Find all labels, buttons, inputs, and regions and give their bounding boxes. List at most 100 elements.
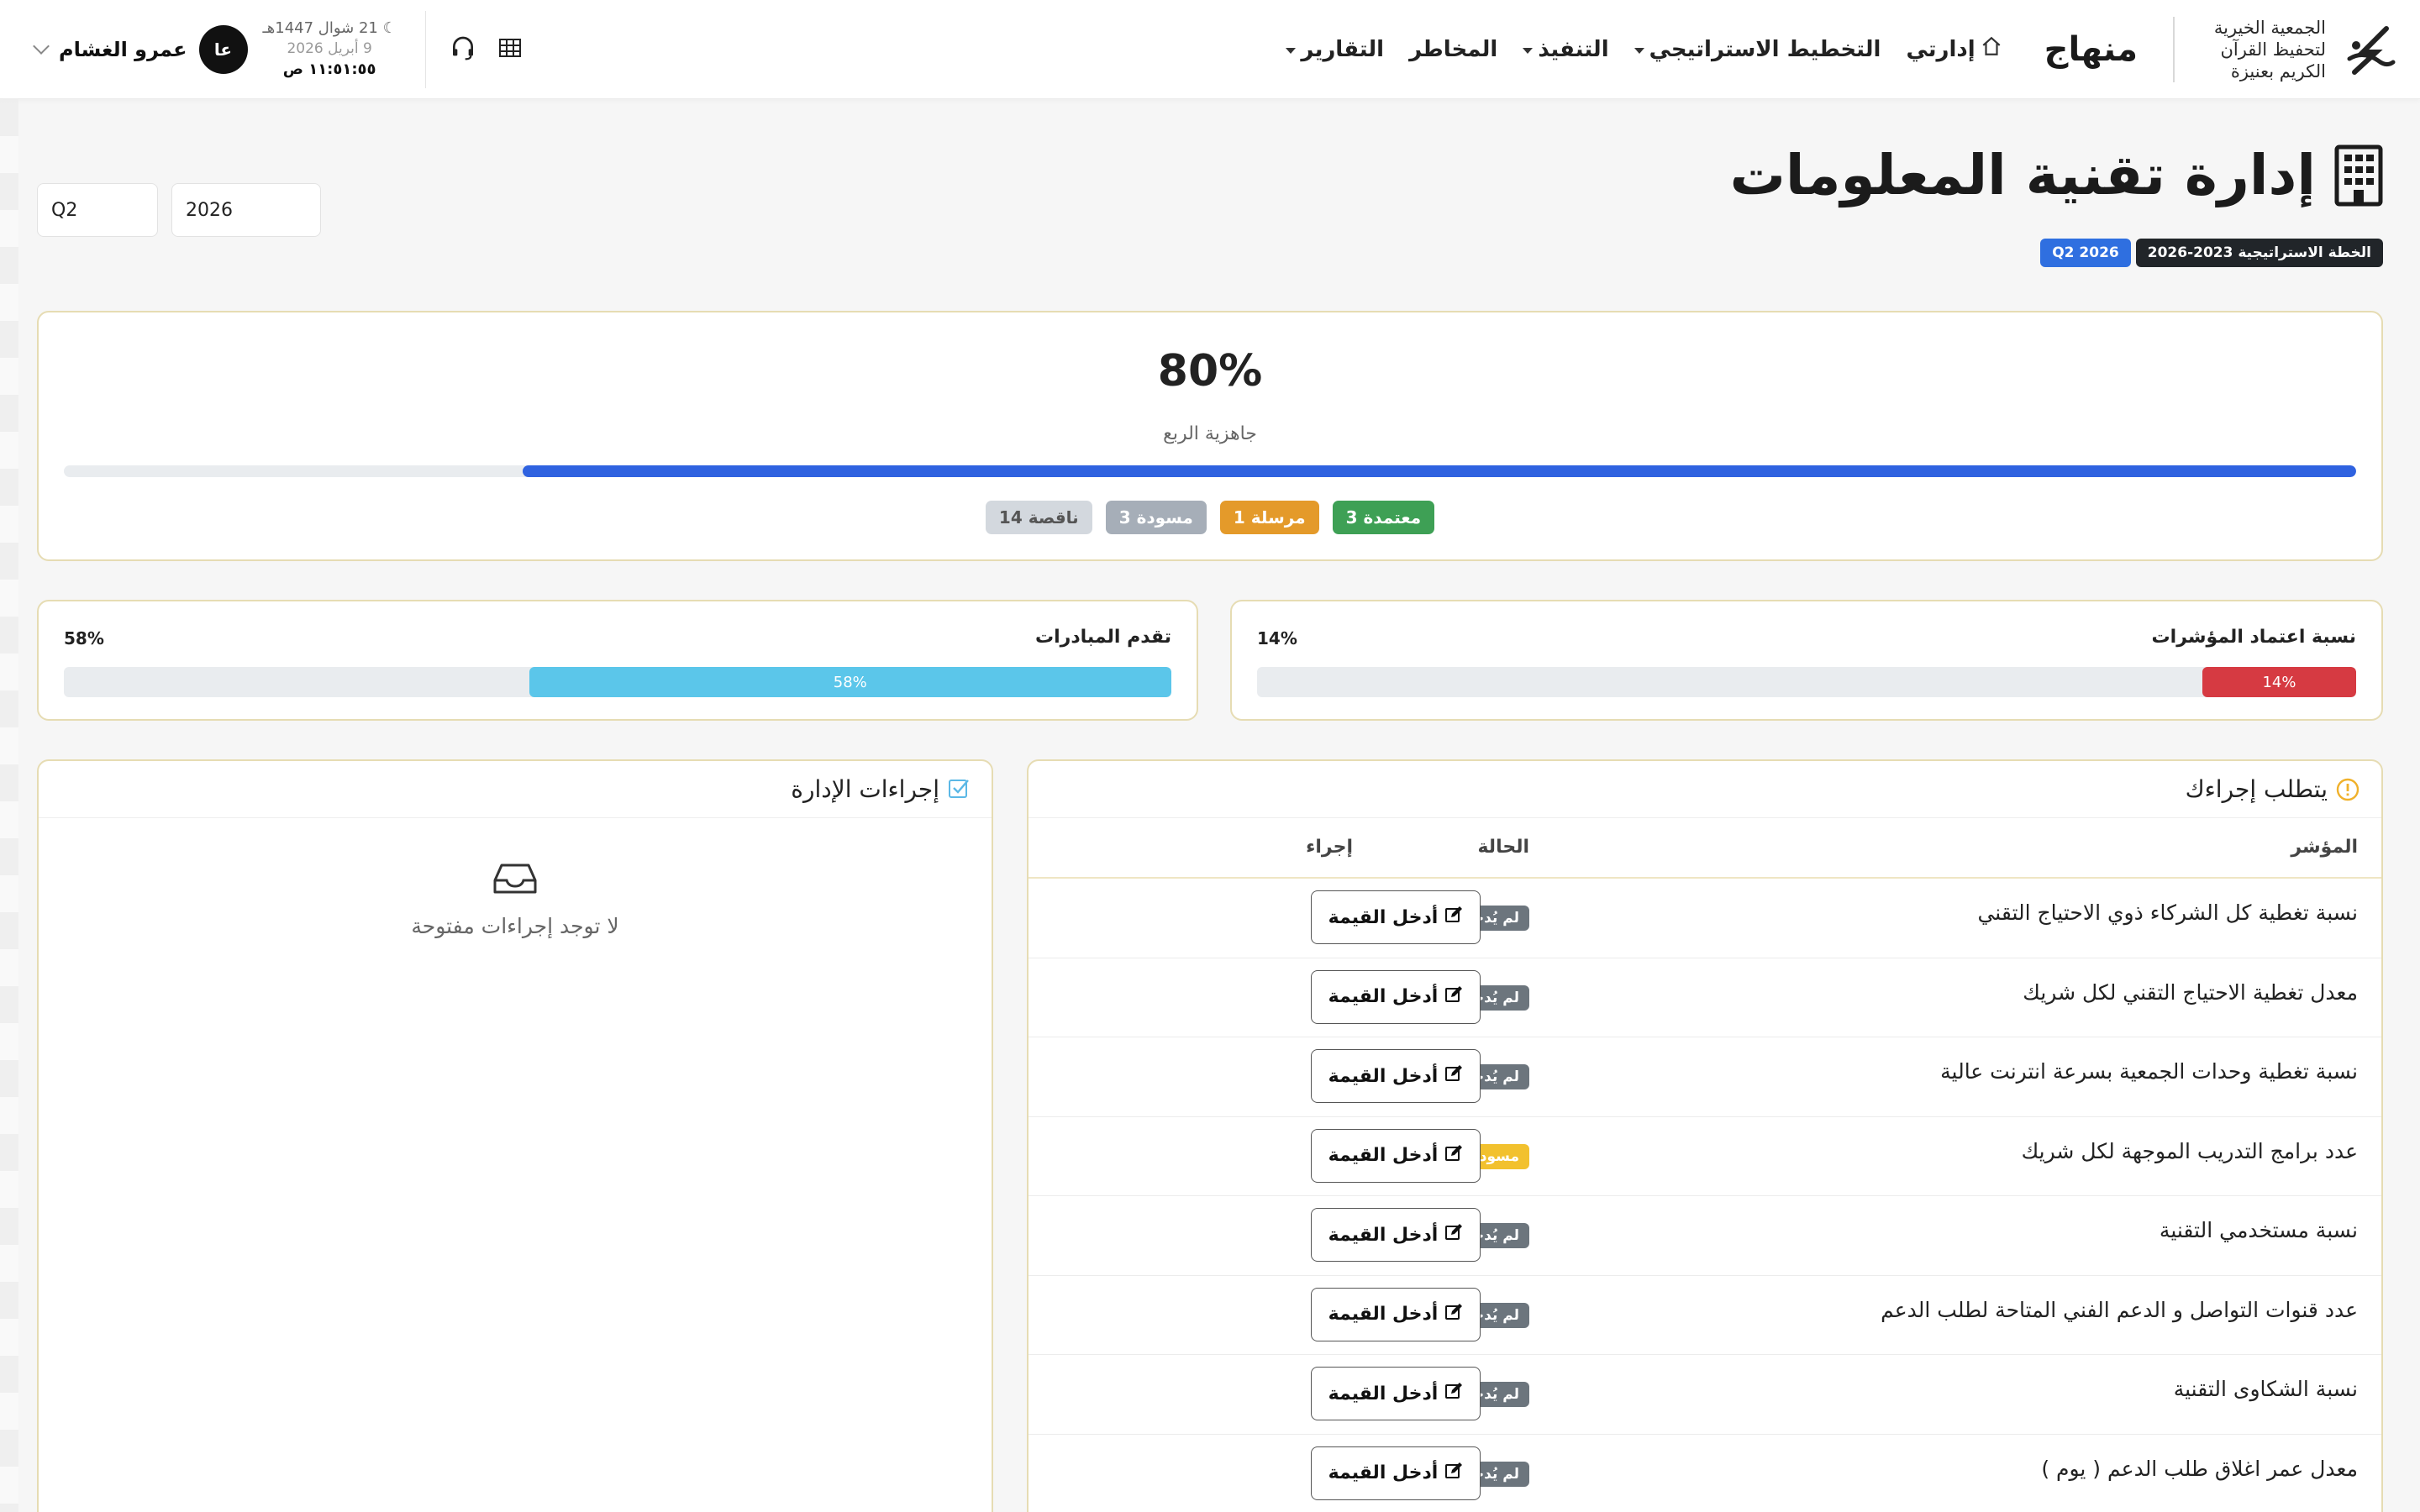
chevron-down-icon (33, 37, 50, 55)
edit-icon (1444, 1303, 1463, 1326)
page-header: إدارة تقنية المعلومات (1730, 143, 2383, 207)
nav-utilities: ☾ 21 شوال 1447هـ 9 أبريل 2026 ١١:٥١:٥٥ ص… (25, 0, 534, 98)
table-row: عدد برامج التدريب الموجهة لكل شريك مسودة أ… (1028, 1117, 2381, 1196)
enter-value-button[interactable]: أدخل القيمة (1311, 1367, 1481, 1420)
indicator-name: معدل عمر اغلاق طلب الدعم ( يوم ) (2041, 1456, 2358, 1481)
warning-icon (2336, 778, 2360, 801)
table-row: نسبة الشكاوى التقنية لم يُدخل أدخل القيمة (1028, 1355, 2381, 1435)
plan-tags: الخطة الاستراتيجية 2023-2026 Q2 2026 (2040, 239, 2383, 267)
nav-reports[interactable]: التقارير (1286, 37, 1384, 62)
enter-value-button[interactable]: أدخل القيمة (1311, 969, 1481, 1024)
action-required-panel: يتطلب إجراءك المؤشر الحالة إجراء نسبة تغ… (1027, 759, 2383, 1512)
divider (424, 10, 426, 88)
quarter-select[interactable]: Q2 (37, 183, 158, 237)
year-select[interactable]: 2026 (171, 183, 321, 237)
table-header: المؤشر الحالة إجراء (1028, 818, 2381, 879)
empty-message: لا توجد إجراءات مفتوحة (411, 914, 619, 938)
building-icon (2334, 144, 2383, 207)
kpi-value: 58% (64, 628, 104, 648)
table-body: نسبة تغطية كل الشركاء ذوي الاحتياج التقن… (1028, 879, 2381, 1512)
enter-value-label: أدخل القيمة (1328, 906, 1439, 928)
enter-value-button[interactable]: أدخل القيمة (1311, 1446, 1481, 1500)
brand[interactable]: الجمعية الخيرية لتحفيظ القرآن الكريم بعن… (2002, 0, 2398, 98)
table-row: معدل عمر اغلاق طلب الدعم ( يوم ) لم يُدخل… (1028, 1435, 2381, 1512)
panel-header: يتطلب إجراءك (1028, 761, 2381, 818)
enter-value-button[interactable]: أدخل القيمة (1311, 1208, 1481, 1262)
indicator-approval-card: نسبة اعتماد المؤشرات 14% 14% (1230, 600, 2383, 721)
readiness-percent: 80% (1157, 346, 1263, 396)
indicator-name: عدد قنوات التواصل و الدعم الفني المتاحة … (1881, 1297, 2358, 1322)
nav-execution[interactable]: التنفيذ (1523, 37, 1609, 62)
column-action: إجراء (1306, 837, 1353, 858)
column-status: الحالة (1477, 837, 1529, 858)
user-menu[interactable]: عا عمرو الغشام (25, 24, 248, 74)
table-row: نسبة تغطية وحدات الجمعية بسرعة انترنت عا… (1028, 1037, 2381, 1117)
support-button[interactable] (439, 26, 487, 73)
enter-value-button[interactable]: أدخل القيمة (1311, 1287, 1481, 1341)
avatar: عا (198, 24, 248, 74)
indicator-name: عدد برامج التدريب الموجهة لكل شريك (2021, 1138, 2358, 1163)
missing-count-badge: ناقصة 14 (985, 501, 1092, 534)
enter-value-label: أدخل القيمة (1328, 1304, 1439, 1325)
page-title: إدارة تقنية المعلومات (1729, 143, 2316, 207)
edit-icon (1444, 906, 1463, 929)
indicator-name: نسبة الشكاوى التقنية (2173, 1377, 2358, 1401)
strategic-plan-tag: الخطة الاستراتيجية 2023-2026 (2135, 239, 2383, 267)
kpi-progress-bar: 58% (64, 667, 1171, 697)
user-name: عمرو الغشام (59, 37, 187, 61)
headset-icon (450, 34, 476, 65)
kpi-title: تقدم المبادرات (1035, 627, 1171, 648)
nav-my-management[interactable]: إدارتي (1906, 35, 2002, 63)
edit-icon (1444, 1462, 1463, 1485)
period-filters: Q2 2026 (37, 183, 321, 237)
readiness-label: جاهزية الربع (1163, 423, 1257, 444)
status-badges: معتمدة 3 مرسلة 1 مسودة 3 ناقصة 14 (39, 501, 2381, 534)
home-icon (1981, 35, 2002, 63)
hijri-date: ☾ 21 شوال 1447هـ (262, 18, 397, 37)
edit-icon (1444, 985, 1463, 1009)
moon-icon: ☾ (382, 18, 397, 37)
indicator-name: نسبة مستخدمي التقنية (2159, 1218, 2358, 1242)
nav-risks[interactable]: المخاطر (1409, 37, 1497, 62)
chevron-down-icon (1523, 48, 1534, 54)
kpi-title: نسبة اعتماد المؤشرات (2151, 627, 2356, 648)
edit-icon (1444, 1223, 1463, 1247)
sent-count-badge: مرسلة 1 (1219, 501, 1319, 534)
table-row: نسبة مستخدمي التقنية لم يُدخل أدخل القيمة (1028, 1196, 2381, 1276)
table-row: عدد قنوات التواصل و الدعم الفني المتاحة … (1028, 1276, 2381, 1355)
date-time-display: ☾ 21 شوال 1447هـ 9 أبريل 2026 ١١:٥١:٥٥ ص (248, 18, 412, 81)
enter-value-label: أدخل القيمة (1328, 1065, 1439, 1087)
readiness-progress-bar (64, 465, 2356, 477)
enter-value-label: أدخل القيمة (1328, 1462, 1439, 1483)
decorative-pattern (0, 99, 18, 1512)
kpi-progress-bar: 14% (1257, 667, 2356, 697)
draft-count-badge: مسودة 3 (1105, 501, 1207, 534)
chevron-down-icon (1634, 48, 1644, 54)
table-row: نسبة تغطية كل الشركاء ذوي الاحتياج التقن… (1028, 879, 2381, 958)
inbox-icon (492, 864, 539, 899)
org-name: الجمعية الخيرية لتحفيظ القرآن الكريم بعن… (2173, 16, 2326, 82)
nav-strategic-planning[interactable]: التخطيط الاستراتيجي (1634, 37, 1881, 62)
indicator-name: نسبة تغطية كل الشركاء ذوي الاحتياج التقن… (1977, 900, 2358, 925)
edit-icon (1444, 1064, 1463, 1088)
kpi-progress-fill: 14% (2202, 667, 2356, 697)
enter-value-button[interactable]: أدخل القيمة (1311, 1049, 1481, 1103)
org-logo-icon (2336, 16, 2398, 83)
kpi-progress-fill: 58% (529, 667, 1171, 697)
kpi-value: 14% (1257, 628, 1297, 648)
approved-count-badge: معتمدة 3 (1332, 501, 1435, 534)
apps-grid-button[interactable] (487, 26, 534, 73)
app-name: منهاج (2044, 29, 2138, 69)
chevron-down-icon (1286, 48, 1297, 54)
enter-value-label: أدخل القيمة (1328, 1224, 1439, 1246)
checkbox-icon (948, 777, 970, 802)
enter-value-button[interactable]: أدخل القيمة (1311, 1128, 1481, 1183)
readiness-progress-fill (522, 465, 2356, 477)
edit-icon (1444, 1382, 1463, 1405)
quarter-readiness-card: 80% جاهزية الربع معتمدة 3 مرسلة 1 مسودة … (37, 311, 2383, 561)
table-row: معدل تغطية الاحتياج التقني لكل شريك لم يُ… (1028, 958, 2381, 1037)
edit-icon (1444, 1144, 1463, 1168)
main-nav: إدارتي التخطيط الاستراتيجي التنفيذ المخا… (1286, 35, 2002, 63)
admin-actions-panel: إجراءات الإدارة لا توجد إجراءات مفتوحة (37, 759, 993, 1512)
enter-value-button[interactable]: أدخل القيمة (1311, 890, 1481, 944)
